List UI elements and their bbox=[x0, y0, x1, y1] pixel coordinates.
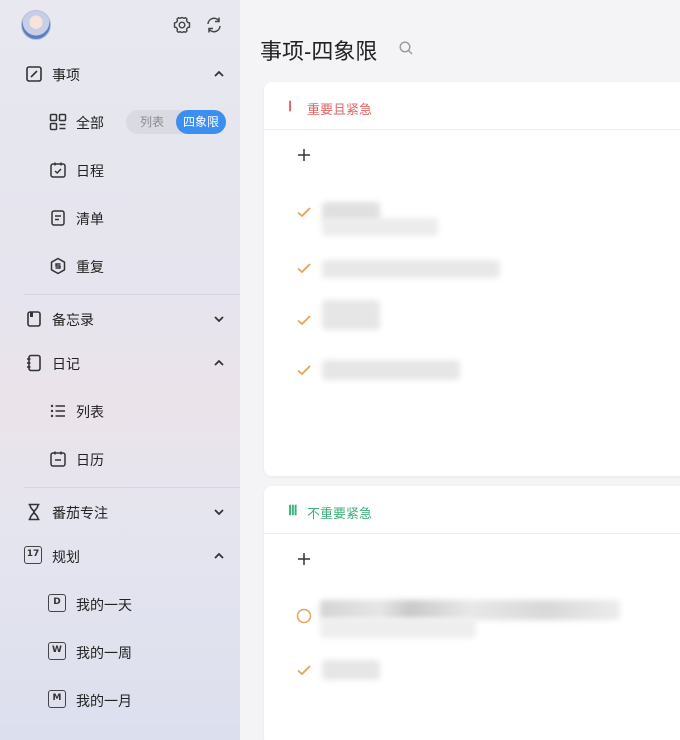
week-icon: W bbox=[48, 642, 68, 662]
calendar-icon bbox=[50, 451, 66, 467]
divider bbox=[24, 294, 240, 295]
sidebar-item-my-month-label: 我的一月 bbox=[76, 693, 132, 709]
document-icon bbox=[51, 210, 65, 226]
sidebar-item-repeat[interactable]: 重复 bbox=[0, 244, 240, 288]
sidebar-item-all-label: 全部 bbox=[76, 115, 104, 131]
sidebar-item-my-day-label: 我的一天 bbox=[76, 597, 132, 613]
nav-section-diary[interactable]: 日记 bbox=[0, 341, 240, 385]
check-icon[interactable] bbox=[296, 260, 312, 276]
quadrant-title: 不重要紧急 bbox=[307, 506, 373, 521]
view-toggle-list[interactable]: 列表 bbox=[130, 110, 174, 134]
quadrant-numeral: Ⅲ bbox=[288, 504, 298, 519]
sidebar-item-checklist[interactable]: 清单 bbox=[0, 196, 240, 240]
check-icon[interactable] bbox=[296, 362, 312, 378]
sidebar-item-schedule-label: 日程 bbox=[76, 163, 104, 179]
calendar-check-icon bbox=[50, 162, 66, 178]
avatar[interactable] bbox=[21, 10, 51, 40]
quadrant-card-1: Ⅰ 重要且紧急 bbox=[264, 82, 680, 476]
edit-square-icon bbox=[26, 66, 42, 82]
nav-section-focus-label: 番茄专注 bbox=[52, 505, 108, 521]
view-toggle[interactable]: 列表 四象限 bbox=[126, 110, 226, 134]
notebook-icon bbox=[27, 311, 41, 327]
month-icon: M bbox=[48, 690, 68, 710]
diary-book-icon bbox=[27, 354, 41, 372]
task-item[interactable] bbox=[264, 192, 680, 236]
sidebar-item-repeat-label: 重复 bbox=[76, 259, 104, 275]
sidebar-item-my-day[interactable]: D 我的一天 bbox=[0, 582, 240, 626]
nav-section-tasks[interactable]: 事项 bbox=[0, 52, 240, 96]
sidebar-item-my-week-label: 我的一周 bbox=[76, 645, 132, 661]
nav-section-diary-label: 日记 bbox=[52, 356, 80, 372]
sidebar-item-my-month[interactable]: M 我的一月 bbox=[0, 678, 240, 722]
view-toggle-quadrant[interactable]: 四象限 bbox=[176, 110, 226, 134]
sidebar-item-my-week[interactable]: W 我的一周 bbox=[0, 630, 240, 674]
circle-icon[interactable] bbox=[296, 608, 312, 624]
nav-section-memo[interactable]: 备忘录 bbox=[0, 297, 240, 341]
chevron-down-icon[interactable] bbox=[211, 311, 227, 327]
task-item[interactable] bbox=[264, 650, 680, 690]
sidebar-item-diary-list[interactable]: 列表 bbox=[0, 389, 240, 433]
sidebar-item-schedule[interactable]: 日程 bbox=[0, 148, 240, 192]
divider bbox=[24, 487, 240, 488]
nav-section-memo-label: 备忘录 bbox=[52, 312, 94, 328]
sidebar: 事项 全部 列表 四象限 日程 清单 重复 备忘录 日记 列表 日历 番茄专注 … bbox=[0, 0, 240, 740]
quadrant-title: 重要且紧急 bbox=[307, 102, 373, 117]
sync-icon[interactable] bbox=[204, 15, 224, 35]
quadrant-header: Ⅰ 重要且紧急 bbox=[264, 82, 680, 130]
quadrant-card-3: Ⅲ 不重要紧急 bbox=[264, 486, 680, 740]
plus-icon[interactable] bbox=[296, 147, 312, 163]
chevron-up-icon[interactable] bbox=[211, 355, 227, 371]
settings-icon[interactable] bbox=[172, 15, 192, 35]
plus-icon[interactable] bbox=[296, 551, 312, 567]
sidebar-item-diary-list-label: 列表 bbox=[76, 404, 104, 420]
task-item[interactable] bbox=[264, 596, 680, 638]
list-icon bbox=[50, 404, 65, 418]
nav-section-focus[interactable]: 番茄专注 bbox=[0, 490, 240, 534]
chevron-down-icon[interactable] bbox=[211, 504, 227, 520]
check-icon[interactable] bbox=[296, 312, 312, 328]
task-item[interactable] bbox=[264, 300, 680, 340]
quadrant-header: Ⅲ 不重要紧急 bbox=[264, 486, 680, 534]
chevron-up-icon[interactable] bbox=[211, 66, 227, 82]
repeat-hexagon-icon bbox=[50, 257, 66, 275]
nav-section-plan-label: 规划 bbox=[52, 549, 80, 565]
check-icon[interactable] bbox=[296, 204, 312, 220]
nav-section-tasks-label: 事项 bbox=[52, 67, 80, 83]
calendar-17-icon: 17 bbox=[24, 546, 44, 566]
hourglass-icon bbox=[28, 503, 40, 521]
sidebar-item-diary-calendar[interactable]: 日历 bbox=[0, 437, 240, 481]
nav-section-plan[interactable]: 17 规划 bbox=[0, 534, 240, 578]
task-item[interactable] bbox=[264, 350, 680, 390]
grid-icon bbox=[49, 113, 67, 131]
sidebar-item-diary-calendar-label: 日历 bbox=[76, 452, 104, 468]
quadrant-numeral: Ⅰ bbox=[288, 100, 293, 115]
main-content: 事项-四象限 Ⅰ 重要且紧急 Ⅲ 不重要紧急 bbox=[240, 0, 680, 740]
day-icon: D bbox=[48, 594, 68, 614]
task-item[interactable] bbox=[264, 248, 680, 288]
sidebar-item-checklist-label: 清单 bbox=[76, 211, 104, 227]
chevron-up-icon[interactable] bbox=[211, 548, 227, 564]
page-title: 事项-四象限 bbox=[260, 39, 378, 64]
search-icon[interactable] bbox=[398, 40, 414, 56]
check-icon[interactable] bbox=[296, 662, 312, 678]
